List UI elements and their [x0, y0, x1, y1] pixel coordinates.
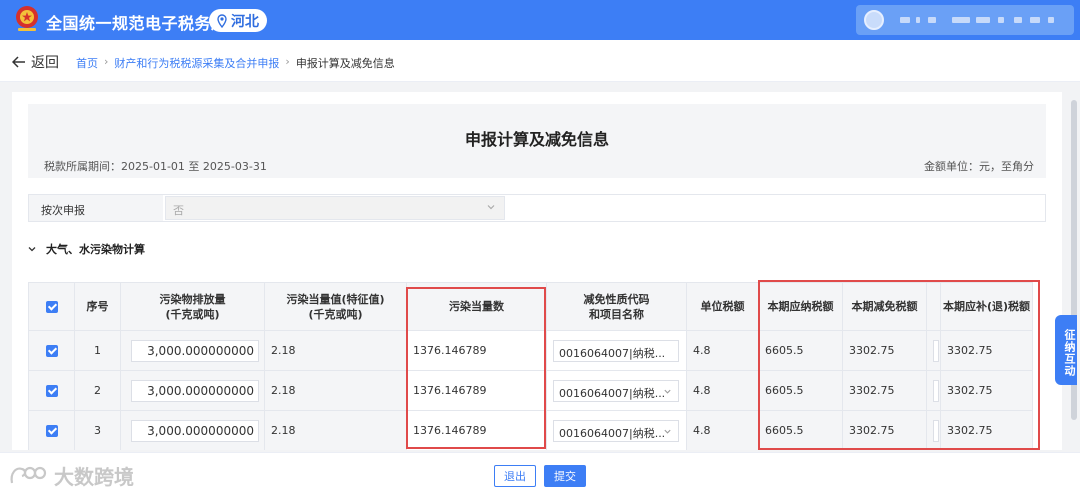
- breadcrumb: 首页 › 财产和行为税税源采集及合并申报 › 申报计算及减免信息: [76, 55, 395, 71]
- row-checkbox[interactable]: [28, 370, 75, 411]
- main-card: 申报计算及减免信息 税款所属期间：2025-01-01 至 2025-03-31…: [12, 92, 1062, 450]
- relief-code-select[interactable]: 0016064007|纳税...: [553, 379, 679, 402]
- row-seq: 2: [74, 370, 121, 411]
- exit-button[interactable]: 退出: [494, 465, 536, 487]
- chevron-right-icon: ›: [285, 55, 290, 68]
- declare-by-time-select[interactable]: 否: [165, 196, 505, 220]
- emission-cell: 3,000.000000000: [120, 370, 265, 411]
- highlight-tax-amounts: [758, 280, 1040, 450]
- declare-by-time-row: 按次申报 否: [28, 194, 1046, 222]
- relief-code-cell: 0016064007|纳税...: [546, 370, 687, 411]
- relief-code-select[interactable]: 0016064007|纳税...: [553, 339, 679, 362]
- relief-code-cell: 0016064007|纳税...: [546, 330, 687, 371]
- col-seq: 序号: [74, 282, 121, 331]
- row-seq: 1: [74, 330, 121, 371]
- select-all-checkbox[interactable]: [28, 282, 75, 331]
- breadcrumb-bar: 返回 首页 › 财产和行为税税源采集及合并申报 › 申报计算及减免信息: [0, 40, 1080, 82]
- tax-period: 税款所属期间：2025-01-01 至 2025-03-31: [44, 160, 267, 173]
- top-bar: 全国统一规范电子税务局 河北: [0, 0, 1080, 40]
- equiv-value-cell: 2.18: [264, 330, 407, 371]
- chevron-right-icon: ›: [104, 55, 109, 68]
- breadcrumb-home[interactable]: 首页: [76, 55, 98, 71]
- watermark-logo-icon: [10, 466, 47, 483]
- watermark-text: 大数跨境: [54, 465, 134, 489]
- chevron-down-icon: [28, 247, 36, 252]
- relief-code-cell: 0016064007|纳税...: [546, 410, 687, 450]
- equiv-value-cell: 2.18: [264, 410, 407, 450]
- watermark: 大数跨境: [8, 461, 134, 490]
- highlight-equiv-count: [406, 287, 546, 449]
- declare-by-time-label: 按次申报: [29, 195, 163, 221]
- relief-code-select[interactable]: 0016064007|纳税...: [553, 419, 679, 442]
- section-title: 大气、水污染物计算: [46, 243, 145, 256]
- section-header[interactable]: 大气、水污染物计算: [28, 241, 145, 257]
- col-equiv-value: 污染当量值(特征值) (千克或吨): [264, 282, 407, 331]
- emission-input[interactable]: 3,000.000000000: [131, 419, 259, 442]
- interaction-button[interactable]: 征纳互动: [1055, 315, 1077, 385]
- declare-by-time-value: 否: [173, 204, 184, 217]
- col-relief-code: 减免性质代码 和项目名称: [546, 282, 687, 331]
- row-checkbox[interactable]: [28, 410, 75, 450]
- arrow-left-icon: [12, 56, 25, 68]
- breadcrumb-current: 申报计算及减免信息: [295, 57, 395, 70]
- col-emission: 污染物排放量 (千克或吨): [120, 282, 265, 331]
- page-title: 申报计算及减免信息: [464, 130, 609, 149]
- avatar: [864, 10, 884, 30]
- unit-tax-cell: 4.8: [686, 330, 759, 371]
- region-label: 河北: [231, 13, 259, 30]
- row-checkbox[interactable]: [28, 330, 75, 371]
- equiv-value-cell: 2.18: [264, 370, 407, 411]
- emission-input[interactable]: 3,000.000000000: [131, 339, 259, 362]
- unit-tax-cell: 4.8: [686, 370, 759, 411]
- breadcrumb-tax-source[interactable]: 财产和行为税税源采集及合并申报: [114, 55, 279, 71]
- chevron-down-icon: [664, 389, 671, 394]
- emission-cell: 3,000.000000000: [120, 410, 265, 450]
- region-selector[interactable]: 河北: [209, 9, 267, 32]
- footer-bar: 大数跨境 退出 提交: [0, 452, 1080, 496]
- submit-button[interactable]: 提交: [544, 465, 586, 487]
- unit-tax-cell: 4.8: [686, 410, 759, 450]
- back-button[interactable]: 返回: [12, 52, 59, 72]
- emission-cell: 3,000.000000000: [120, 330, 265, 371]
- row-seq: 3: [74, 410, 121, 450]
- col-unit-tax: 单位税额: [686, 282, 759, 331]
- amount-unit: 金额单位：元，至角分: [924, 160, 1034, 173]
- chevron-down-icon: [664, 429, 671, 434]
- chevron-down-icon: [487, 205, 495, 210]
- form-header: 申报计算及减免信息 税款所属期间：2025-01-01 至 2025-03-31…: [28, 104, 1046, 178]
- emission-input[interactable]: 3,000.000000000: [131, 379, 259, 402]
- user-menu[interactable]: [856, 5, 1074, 35]
- location-pin-icon: [217, 13, 227, 28]
- back-label: 返回: [31, 55, 59, 71]
- national-emblem-icon: [16, 6, 38, 31]
- site-title: 全国统一规范电子税务局: [46, 14, 228, 33]
